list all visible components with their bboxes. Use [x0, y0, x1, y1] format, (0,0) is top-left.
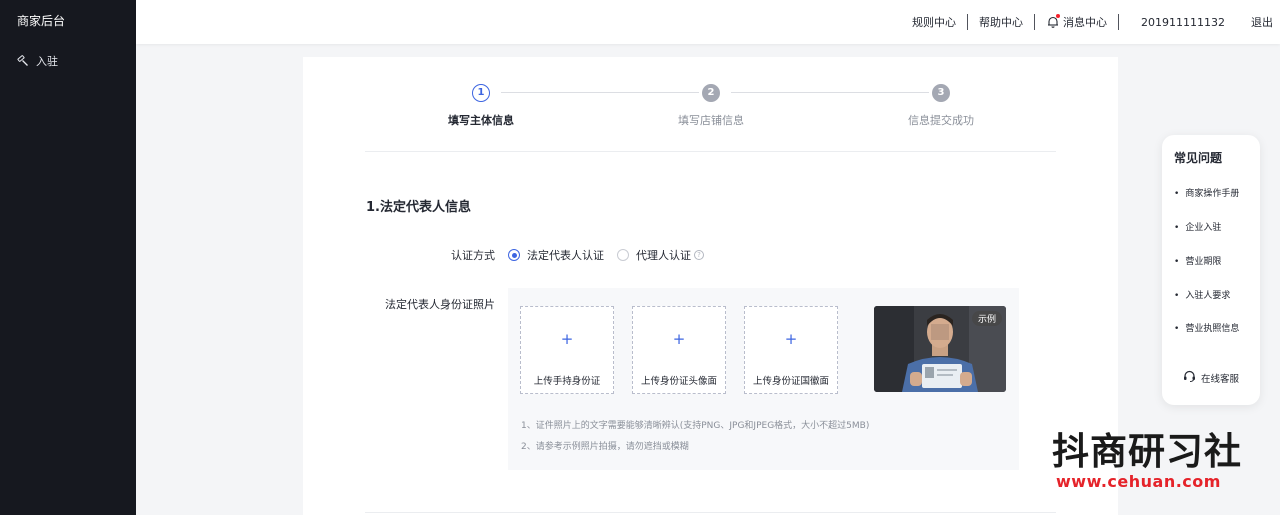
account-phone[interactable]: 201911111132 — [1119, 16, 1247, 29]
id-photo-upload-panel: + 上传手持身份证 + 上传身份证头像面 + 上传身份证国徽面 示例 1、证件照… — [508, 288, 1019, 470]
id-photo-label: 法定代表人身份证照片 — [385, 298, 495, 311]
faq-item-applicant-requirements[interactable]: 入驻人要求 — [1174, 288, 1230, 301]
watermark-url: www.cehuan.com — [1056, 472, 1221, 491]
notification-dot — [1056, 14, 1061, 18]
sidebar: 商家后台 入驻 — [0, 0, 136, 515]
header-links: 规则中心 帮助中心 消息中心 201911111132 退出 — [901, 0, 1280, 44]
step-3: 3 信息提交成功 — [881, 84, 1001, 128]
step-1-number: 1 — [472, 84, 490, 102]
upload-label: 上传手持身份证 — [533, 376, 601, 387]
auth-method-label: 认证方式 — [451, 249, 495, 262]
sample-badge: 示例 — [971, 311, 1002, 326]
upload-hint-2: 2、请参考示例照片拍摄，请勿遮挡或模糊 — [521, 442, 689, 452]
radio-agent-label[interactable]: 代理人认证 — [636, 247, 691, 263]
divider — [365, 512, 1056, 513]
help-center-link[interactable]: 帮助中心 — [968, 14, 1034, 30]
section-title: 1.法定代表人信息 — [366, 200, 471, 215]
header-divider — [1034, 14, 1036, 30]
plus-icon: + — [784, 330, 798, 348]
sidebar-item-settle-in[interactable]: 入驻 — [17, 53, 58, 69]
message-center-link[interactable]: 消息中心 — [1035, 14, 1118, 30]
online-service-button[interactable]: 在线客服 — [1183, 370, 1239, 385]
rules-center-link[interactable]: 规则中心 — [901, 14, 967, 30]
radio-legal-rep-label[interactable]: 法定代表人认证 — [527, 247, 604, 263]
onboarding-card: 1 填写主体信息 2 填写店铺信息 3 信息提交成功 1.法定代表人信息 认证方… — [303, 57, 1118, 515]
step-3-number: 3 — [932, 84, 950, 102]
radio-legal-rep[interactable] — [508, 249, 520, 261]
step-2: 2 填写店铺信息 — [651, 84, 771, 128]
faq-item-business-license[interactable]: 营业执照信息 — [1174, 321, 1239, 334]
upload-id-back-button[interactable]: + 上传身份证国徽面 — [744, 306, 838, 394]
plus-icon: + — [672, 330, 686, 348]
faq-item-business-term[interactable]: 营业期限 — [1174, 254, 1221, 267]
question-icon[interactable]: ? — [694, 250, 704, 260]
step-2-label: 填写店铺信息 — [678, 114, 744, 127]
upload-hint-1: 1、证件照片上的文字需要能够清晰辨认(支持PNG、JPG和JPEG格式，大小不超… — [521, 421, 870, 431]
faq-panel: 常见问题 商家操作手册 企业入驻 营业期限 入驻人要求 营业执照信息 在线客服 — [1162, 135, 1260, 405]
message-center-label: 消息中心 — [1063, 16, 1108, 29]
top-header: 规则中心 帮助中心 消息中心 201911111132 退出 — [136, 0, 1280, 44]
step-1-label: 填写主体信息 — [448, 114, 514, 127]
watermark-text: 抖商研习社 — [1052, 430, 1242, 473]
faq-title: 常见问题 — [1174, 151, 1223, 165]
progress-steps: 1 填写主体信息 2 填写店铺信息 3 信息提交成功 — [303, 57, 1118, 152]
sidebar-brand: 商家后台 — [17, 14, 66, 28]
upload-label: 上传身份证头像面 — [640, 376, 717, 387]
header-divider — [967, 14, 969, 30]
faq-item-enterprise-settle[interactable]: 企业入驻 — [1174, 220, 1221, 233]
upload-handheld-id-button[interactable]: + 上传手持身份证 — [520, 306, 614, 394]
upload-label: 上传身份证国徽面 — [752, 376, 829, 387]
watermark-logo: 抖商研习社 www.cehuan.com — [1052, 430, 1272, 491]
divider — [365, 151, 1056, 152]
step-2-number: 2 — [702, 84, 720, 102]
sidebar-item-label: 入驻 — [36, 55, 58, 68]
logout-link[interactable]: 退出 — [1251, 14, 1280, 30]
upload-id-front-button[interactable]: + 上传身份证头像面 — [632, 306, 726, 394]
sample-photo: 示例 — [874, 306, 1006, 392]
step-1: 1 填写主体信息 — [421, 84, 541, 128]
bell-icon — [1046, 14, 1061, 29]
step-3-label: 信息提交成功 — [908, 114, 974, 127]
hammer-icon — [17, 55, 29, 67]
auth-method-radio-group: 法定代表人认证 代理人认证 ? — [508, 247, 704, 263]
radio-agent[interactable] — [617, 249, 629, 261]
header-divider — [1118, 14, 1120, 30]
faq-item-merchant-manual[interactable]: 商家操作手册 — [1174, 186, 1239, 199]
headset-icon — [1183, 370, 1196, 385]
online-service-label: 在线客服 — [1201, 373, 1240, 385]
plus-icon: + — [560, 330, 574, 348]
